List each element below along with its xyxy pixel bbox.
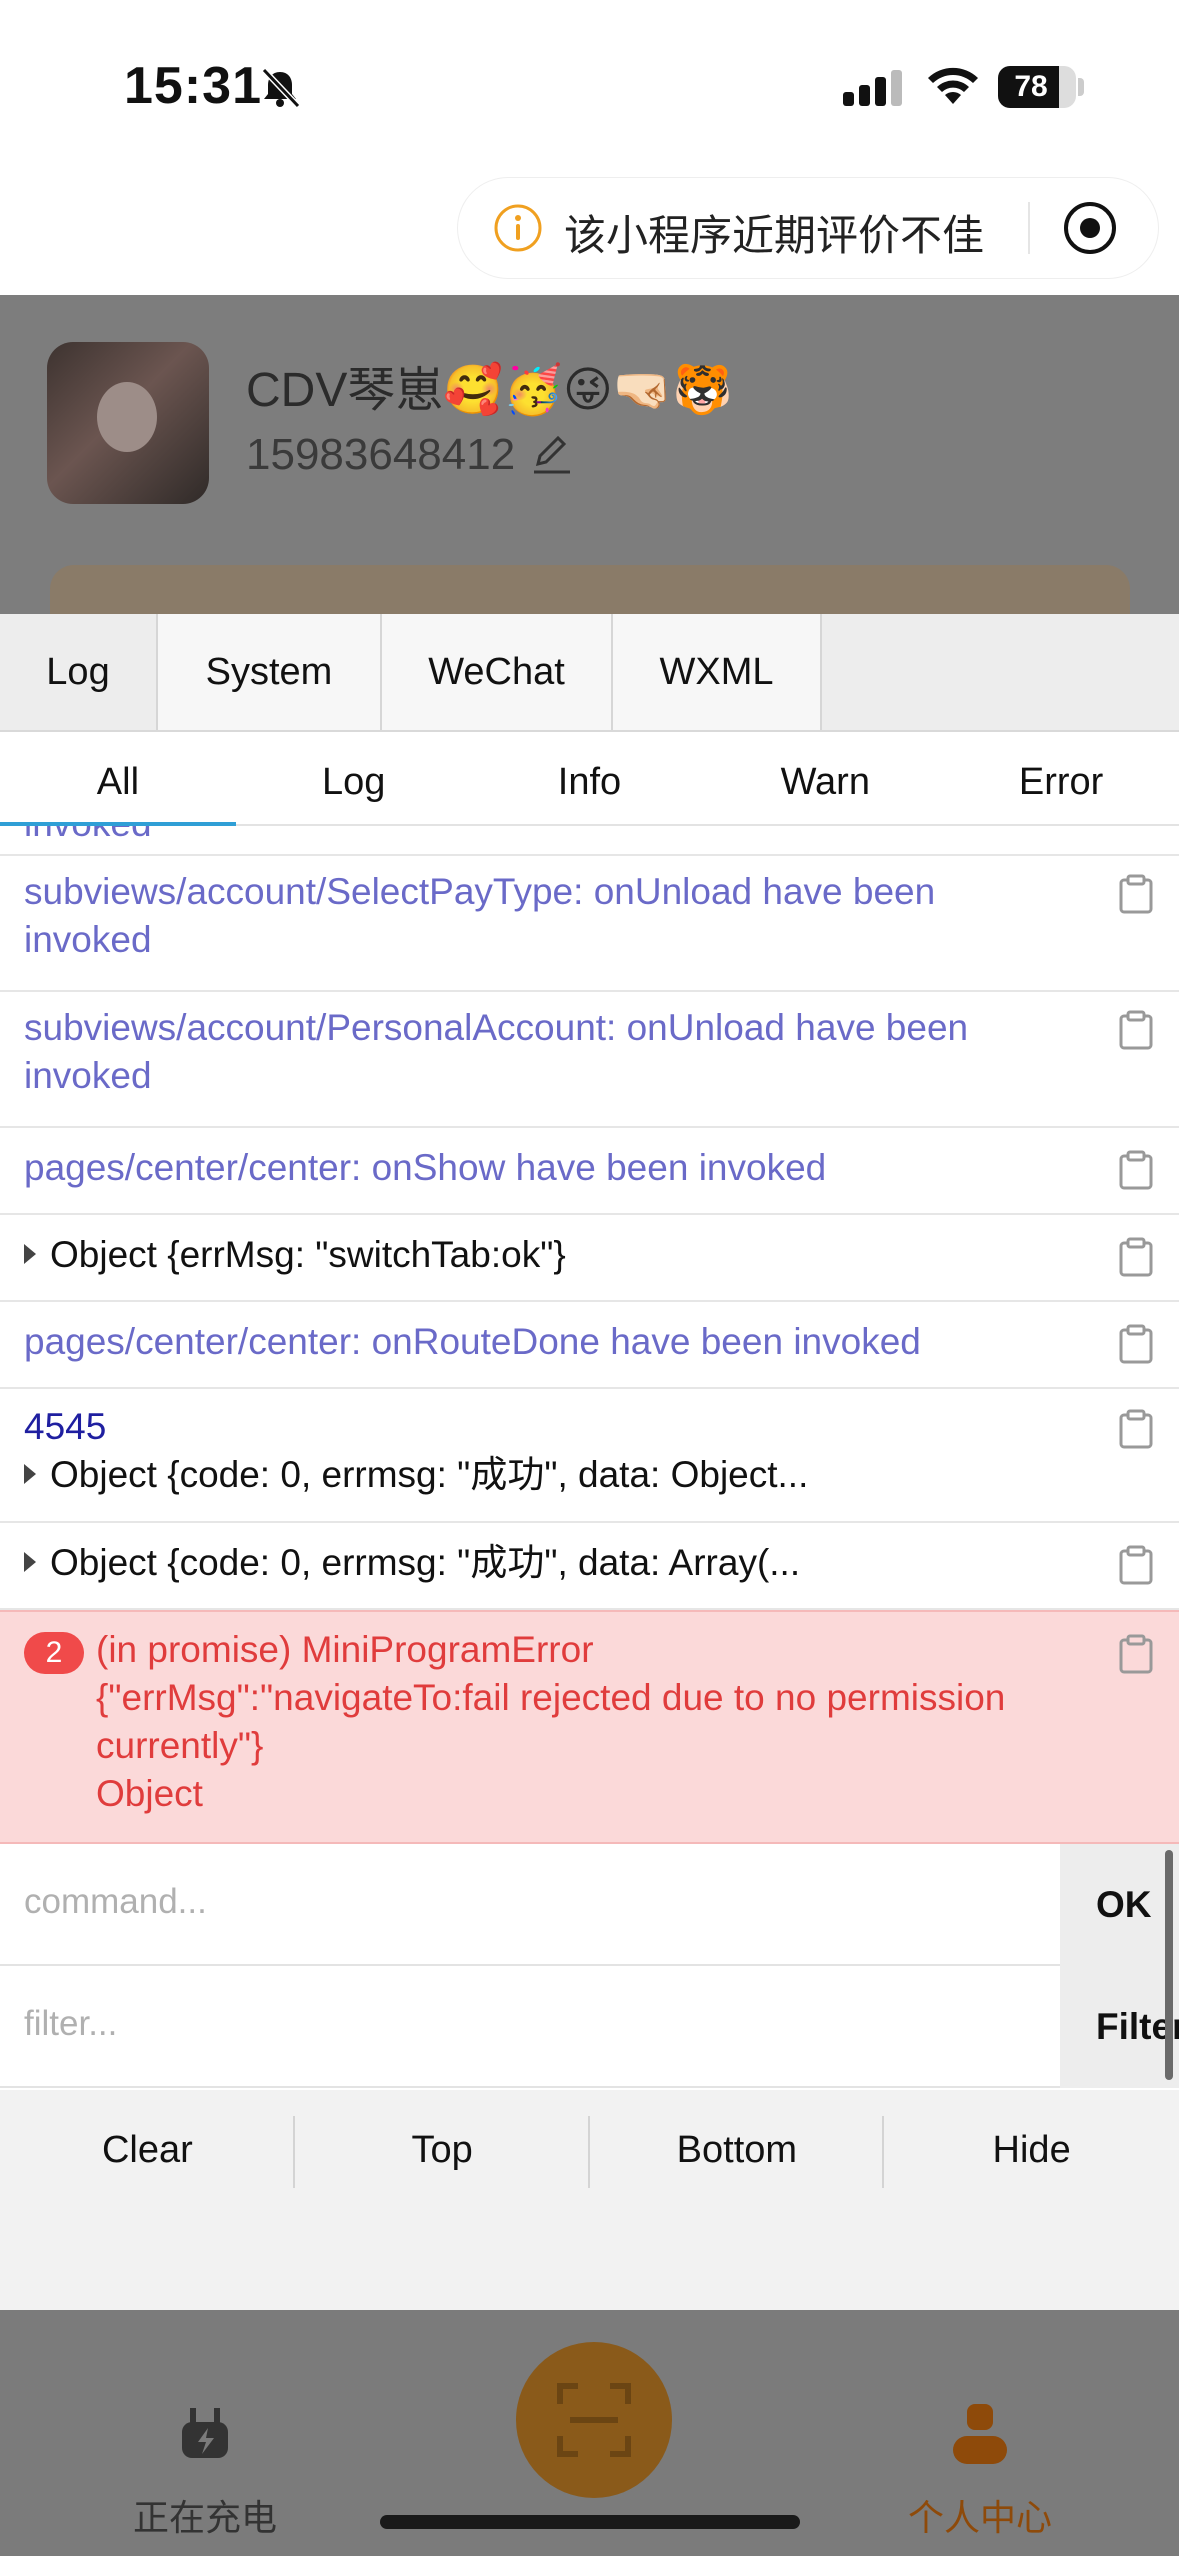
avatar	[47, 342, 209, 504]
log-text: invoked	[24, 1055, 152, 1096]
log-row: pages/center/center: onRouteDone have be…	[0, 1302, 1179, 1389]
log-text: invoked	[24, 919, 152, 960]
log-text: subviews/account/SelectPayType: onUnload…	[24, 871, 936, 912]
avatar-figure	[97, 382, 157, 452]
scan-button[interactable]	[516, 2342, 672, 2498]
top-button[interactable]: Top	[295, 2090, 590, 2210]
ok-button[interactable]: OK	[1060, 1844, 1179, 1966]
filter-input[interactable]	[24, 1994, 1024, 2054]
subtab-error[interactable]: Error	[943, 732, 1179, 824]
tab-personal-center-label: 个人中心	[907, 2497, 1052, 2538]
error-line: Object	[96, 1773, 203, 1814]
error-count-badge: 2	[24, 1632, 84, 1674]
signal-icon	[843, 70, 902, 106]
filter-row: Filter	[0, 1966, 1179, 2088]
log-number: 4545	[24, 1406, 107, 1447]
hide-button[interactable]: Hide	[884, 2090, 1179, 2210]
tab-wxml[interactable]: WXML	[613, 614, 822, 730]
log-text: Object {code: 0, errmsg: "成功", data: Arr…	[50, 1542, 801, 1583]
tab-charging[interactable]: 正在充电	[110, 2400, 300, 2541]
log-list[interactable]: invoked subviews/account/SelectPayType: …	[0, 826, 1179, 1844]
vconsole-subtabs: All Log Info Warn Error	[0, 732, 1179, 826]
filter-button[interactable]: Filter	[1060, 1966, 1179, 2088]
log-row: subviews/account/SelectPayType: onUnload…	[0, 856, 1179, 992]
clear-button[interactable]: Clear	[0, 2090, 295, 2210]
card-strip	[50, 565, 1130, 615]
vconsole-tabs: Log System WeChat WXML	[0, 614, 1179, 732]
error-log-row: 2 (in promise) MiniProgramError {"errMsg…	[0, 1610, 1179, 1844]
log-text: pages/center/center: onRouteDone have be…	[24, 1321, 921, 1362]
log-row[interactable]: Object {errMsg: "switchTab:ok"}	[0, 1215, 1179, 1302]
vconsole-bottom-pad	[0, 2210, 1179, 2310]
log-text: invoked	[24, 826, 152, 848]
subtab-warn[interactable]: Warn	[707, 732, 943, 824]
log-object[interactable]: Object {code: 0, errmsg: "成功", data: Obj…	[24, 1451, 808, 1499]
error-line: currently"}	[96, 1725, 264, 1766]
log-text: Object {code: 0, errmsg: "成功", data: Obj…	[50, 1454, 809, 1495]
command-input[interactable]	[24, 1872, 1024, 1932]
log-object[interactable]: Object {errMsg: "switchTab:ok"}	[24, 1231, 566, 1279]
copy-icon[interactable]	[1119, 1150, 1153, 1190]
tab-personal-center[interactable]: 个人中心	[880, 2400, 1080, 2541]
copy-icon[interactable]	[1119, 1409, 1153, 1449]
log-row: pages/center/center: onShow have been in…	[0, 1128, 1179, 1215]
capsule-divider	[1028, 202, 1030, 254]
log-text: Object {errMsg: "switchTab:ok"}	[50, 1234, 566, 1275]
log-row: subviews/account/PersonalAccount: onUnlo…	[0, 992, 1179, 1128]
expand-arrow-icon[interactable]	[24, 1464, 36, 1485]
battery-nub	[1078, 78, 1084, 96]
copy-icon[interactable]	[1119, 1324, 1153, 1364]
error-text: (in promise) MiniProgramError {"errMsg":…	[96, 1626, 1096, 1818]
username: CDV琴崽🥰🥳😜🤜🏻🐯	[246, 364, 733, 417]
battery-text: 78	[1014, 70, 1048, 103]
bell-muted-icon	[261, 67, 301, 109]
close-miniprogram-icon[interactable]	[1062, 200, 1118, 256]
phone-number: 15983648412	[246, 430, 516, 479]
user-icon	[953, 2404, 1007, 2464]
rating-warning-capsule[interactable]: 该小程序近期评价不佳	[458, 178, 1158, 278]
copy-icon[interactable]	[1119, 1634, 1153, 1674]
copy-icon[interactable]	[1119, 1237, 1153, 1277]
scan-icon	[557, 2383, 631, 2457]
tab-log[interactable]: Log	[0, 614, 158, 730]
rating-warning-text: 该小程序近期评价不佳	[564, 212, 985, 259]
log-row[interactable]: 4545 Object {code: 0, errmsg: "成功", data…	[0, 1389, 1179, 1523]
log-row: invoked	[0, 826, 1179, 856]
copy-icon[interactable]	[1119, 874, 1153, 914]
edit-icon[interactable]	[530, 432, 574, 476]
charging-plug-icon	[182, 2408, 228, 2458]
vconsole-toolbar: Clear Top Bottom Hide	[0, 2090, 1179, 2210]
status-bar: 15:31 78	[0, 0, 1179, 170]
copy-icon[interactable]	[1119, 1545, 1153, 1585]
home-indicator	[380, 2515, 800, 2529]
subtab-log[interactable]: Log	[236, 732, 472, 824]
command-row: OK	[0, 1844, 1179, 1966]
subtab-info[interactable]: Info	[472, 732, 708, 824]
subtab-all[interactable]: All	[0, 732, 236, 824]
log-object[interactable]: Object {code: 0, errmsg: "成功", data: Arr…	[24, 1539, 800, 1587]
error-line: {"errMsg":"navigateTo:fail rejected due …	[96, 1677, 1006, 1718]
expand-arrow-icon[interactable]	[24, 1552, 36, 1573]
log-text: subviews/account/PersonalAccount: onUnlo…	[24, 1007, 969, 1048]
bottom-button[interactable]: Bottom	[590, 2090, 885, 2210]
wifi-icon	[928, 67, 978, 104]
tab-system[interactable]: System	[158, 614, 382, 730]
copy-icon[interactable]	[1119, 1010, 1153, 1050]
tab-charging-label: 正在充电	[132, 2497, 277, 2538]
info-icon	[494, 204, 542, 252]
battery-indicator: 78	[998, 66, 1076, 108]
tab-wechat[interactable]: WeChat	[382, 614, 613, 730]
expand-arrow-icon[interactable]	[24, 1244, 36, 1265]
status-time: 15:31	[124, 57, 262, 115]
log-text: pages/center/center: onShow have been in…	[24, 1147, 827, 1188]
scrollbar-thumb[interactable]	[1165, 1850, 1173, 2080]
error-line: (in promise) MiniProgramError	[96, 1629, 594, 1670]
log-row[interactable]: Object {code: 0, errmsg: "成功", data: Arr…	[0, 1523, 1179, 1610]
